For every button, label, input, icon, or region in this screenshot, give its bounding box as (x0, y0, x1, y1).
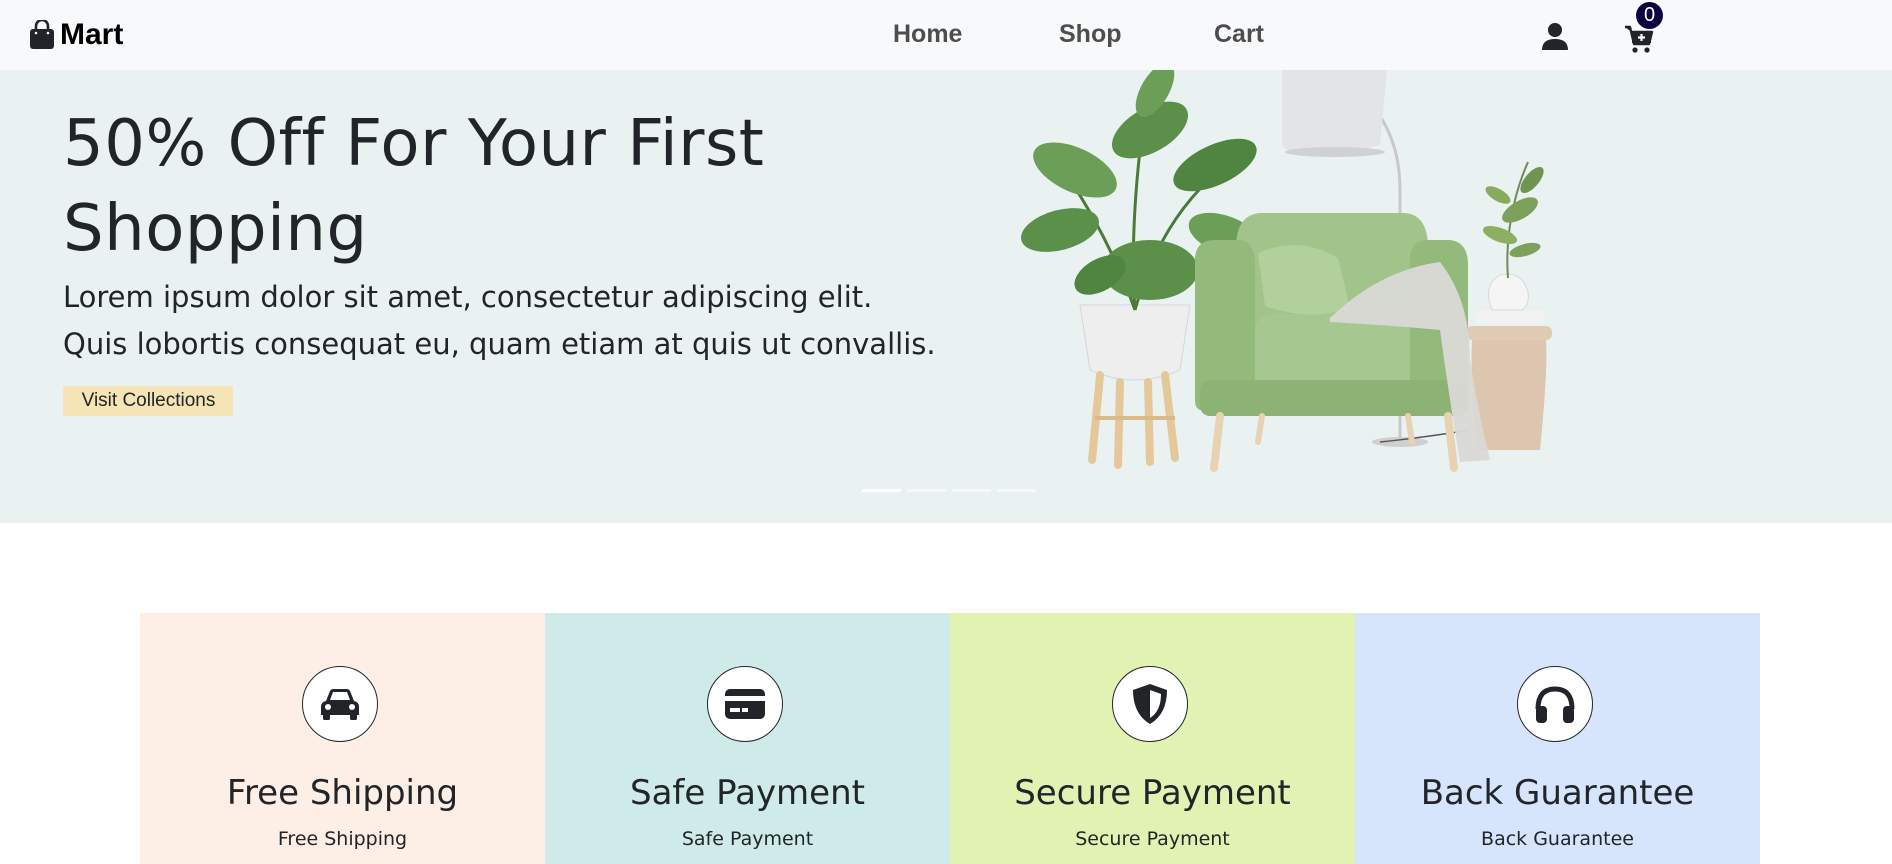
feature-card-back-guarantee: Back Guarantee Back Guarantee (1355, 613, 1760, 864)
feature-title: Free Shipping (226, 773, 459, 813)
brand-name: Mart (60, 18, 124, 51)
features-section: Free Shipping Free Shipping Safe Payment… (140, 613, 1760, 864)
shopping-bag-icon (30, 20, 54, 49)
hero-title: 50% Off For Your First Shopping (63, 107, 765, 266)
feature-title: Safe Payment (630, 773, 865, 813)
feature-title: Back Guarantee (1420, 773, 1695, 813)
credit-card-icon (725, 689, 765, 719)
feature-card-free-shipping: Free Shipping Free Shipping (140, 613, 545, 864)
feature-subtitle: Safe Payment (681, 828, 814, 850)
feature-title: Secure Payment (1014, 773, 1291, 813)
shield-icon (1133, 684, 1167, 724)
navbar: Mart Home Shop Cart 0 (0, 0, 1892, 70)
hero-description: Lorem ipsum dolor sit amet, consectetur … (63, 280, 936, 361)
feature-icon-circle (1517, 666, 1593, 742)
feature-subtitle: Secure Payment (1075, 828, 1230, 850)
carousel-indicator-1[interactable] (862, 489, 901, 492)
feature-icon-circle (707, 666, 783, 742)
nav-link-home[interactable]: Home (893, 20, 962, 49)
brand-logo[interactable]: Mart (28, 18, 123, 52)
user-icon[interactable] (1541, 22, 1569, 50)
hero-carousel: 50% Off For Your First Shopping Lorem ip… (0, 70, 1892, 523)
feature-card-safe-payment: Safe Payment Safe Payment (545, 613, 950, 864)
car-icon (321, 689, 359, 720)
carousel-indicators (862, 489, 1036, 492)
carousel-indicator-3[interactable] (952, 489, 991, 492)
visit-collections-button[interactable]: Visit Collections (63, 386, 233, 416)
feature-subtitle: Free Shipping (277, 828, 408, 850)
nav-link-cart[interactable]: Cart (1214, 20, 1264, 49)
feature-card-secure-payment: Secure Payment Secure Payment (950, 613, 1355, 864)
nav-link-shop[interactable]: Shop (1059, 20, 1122, 49)
carousel-indicator-4[interactable] (997, 489, 1036, 492)
feature-subtitle: Back Guarantee (1481, 828, 1634, 850)
hero-product-image (1021, 70, 1552, 472)
feature-icon-circle (1112, 666, 1188, 742)
cart-count-badge: 0 (1636, 2, 1663, 29)
carousel-indicator-2[interactable] (907, 489, 946, 492)
feature-icon-circle (302, 666, 378, 742)
headphones-icon (1535, 686, 1575, 723)
